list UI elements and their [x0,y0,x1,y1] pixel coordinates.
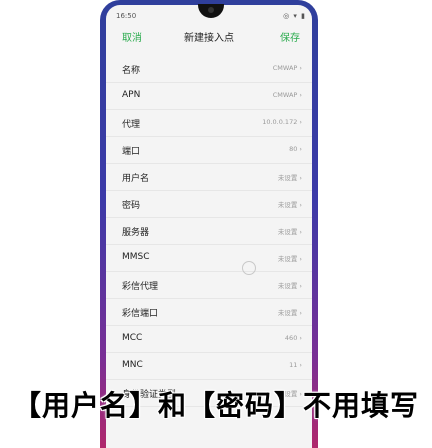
row-value: 未设置 › [277,228,302,236]
title-bar: 取消 新建接入点 保存 [106,26,312,48]
row-value: 未设置 › [277,174,302,182]
row-label: MMSC [122,252,150,262]
row-username[interactable]: 用户名 未设置 › [106,164,312,191]
row-proxy[interactable]: 代理 10.0.0.172 › [106,110,312,137]
row-label: MCC [122,333,143,343]
row-mms-proxy[interactable]: 彩信代理 未设置 › [106,272,312,299]
row-value: 未设置 › [277,201,302,209]
row-value: 未设置 › [277,282,302,290]
row-label: 彩信端口 [122,309,159,319]
row-value: 未设置 › [277,309,302,317]
row-mnc[interactable]: MNC 11 › [106,353,312,380]
row-label: 名称 [122,66,141,76]
row-label: MNC [122,360,143,370]
row-port[interactable]: 端口 80 › [106,137,312,164]
status-icons: ◎ ▾ ▮ [283,12,306,20]
row-password[interactable]: 密码 未设置 › [106,191,312,218]
row-value: 80 › [289,145,302,153]
row-server[interactable]: 服务器 未设置 › [106,218,312,245]
save-button[interactable]: 保存 [280,29,300,44]
row-value: CMWAP › [272,91,302,99]
row-label: 彩信代理 [122,282,159,292]
row-label: 代理 [122,120,141,130]
apn-settings-list: 名称 CMWAP › APN CMWAP › 代理 10.0.0.172 › 端口 80… [106,56,312,407]
row-label: 端口 [122,147,141,157]
row-apn[interactable]: APN CMWAP › [106,83,312,110]
row-mmsc[interactable]: MMSC 未设置 › [106,245,312,272]
status-time: 16:50 [116,12,137,20]
touch-indicator-icon [242,261,256,275]
row-mcc[interactable]: MCC 460 › [106,326,312,353]
row-value: 11 › [289,361,302,369]
row-value: 10.0.0.172 › [262,118,302,126]
row-name[interactable]: 名称 CMWAP › [106,56,312,83]
row-mms-port[interactable]: 彩信端口 未设置 › [106,299,312,326]
row-value: CMWAP › [272,64,302,72]
row-label: 服务器 [122,228,150,238]
row-label: 密码 [122,201,141,211]
row-label: 用户名 [122,174,150,184]
video-caption: 【用户名】和【密码】不用填写 [12,389,419,422]
row-value: 460 › [284,334,302,342]
status-bar: 16:50 ◎ ▾ ▮ [116,12,306,22]
row-label: APN [122,90,141,100]
row-value: 未设置 › [277,255,302,263]
